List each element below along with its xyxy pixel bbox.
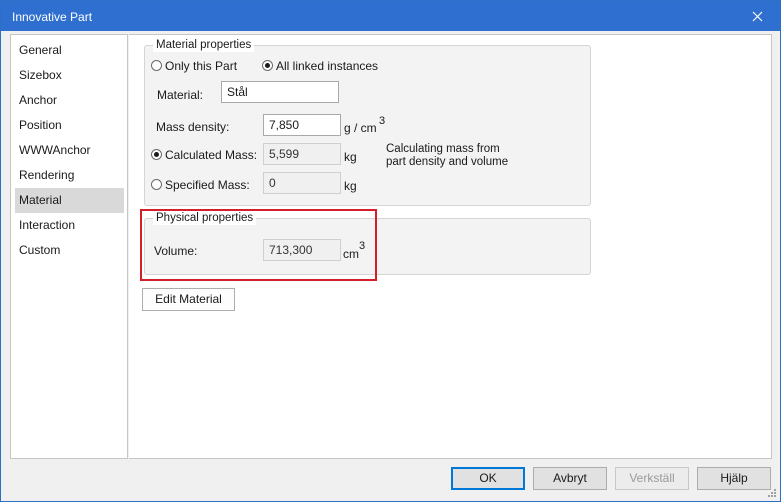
mass-calculation-note: Calculating mass from part density and v… xyxy=(386,143,509,168)
specified-mass-radio[interactable] xyxy=(151,179,162,190)
specified-mass-unit: kg xyxy=(344,179,357,193)
nav-item-general[interactable]: General xyxy=(15,38,124,63)
calculated-mass-unit: kg xyxy=(344,150,357,164)
close-icon xyxy=(752,11,762,21)
help-button[interactable]: Hjälp xyxy=(697,467,771,490)
scope-only-this-label[interactable]: Only this Part xyxy=(165,59,237,73)
scope-only-this-radio[interactable] xyxy=(151,60,162,71)
title-bar[interactable]: Innovative Part xyxy=(1,1,780,31)
window-title: Innovative Part xyxy=(12,10,93,24)
nav-item-sizebox[interactable]: Sizebox xyxy=(15,63,124,88)
calculated-mass-label[interactable]: Calculated Mass: xyxy=(165,148,257,162)
dialog-window: Innovative Part General Sizebox Anchor P… xyxy=(0,0,781,502)
density-field[interactable]: 7,850 xyxy=(263,114,341,136)
close-button[interactable] xyxy=(734,1,780,31)
nav-item-rendering[interactable]: Rendering xyxy=(15,163,124,188)
density-unit-exponent: 3 xyxy=(379,115,386,127)
specified-mass-field[interactable]: 0 xyxy=(263,172,341,194)
calculated-mass-radio[interactable] xyxy=(151,149,162,160)
nav-item-position[interactable]: Position xyxy=(15,113,124,138)
scope-all-linked-radio[interactable] xyxy=(262,60,273,71)
highlight-box xyxy=(140,209,377,281)
edit-material-button[interactable]: Edit Material xyxy=(142,288,235,311)
nav-item-wwwanchor[interactable]: WWWAnchor xyxy=(15,138,124,163)
density-label: Mass density: xyxy=(156,120,230,134)
calculated-mass-field: 5,599 xyxy=(263,143,341,165)
material-field[interactable]: Stål xyxy=(221,81,339,103)
material-label: Material: xyxy=(157,88,204,102)
nav-item-interaction[interactable]: Interaction xyxy=(15,213,124,238)
resize-grip-icon[interactable] xyxy=(767,488,777,498)
category-list[interactable]: General Sizebox Anchor Position WWWAncho… xyxy=(10,34,128,459)
apply-button: Verkställ xyxy=(615,467,689,490)
nav-item-custom[interactable]: Custom xyxy=(15,238,124,263)
nav-item-material[interactable]: Material xyxy=(15,188,124,213)
specified-mass-label[interactable]: Specified Mass: xyxy=(165,178,250,192)
cancel-button[interactable]: Avbryt xyxy=(533,467,607,490)
material-properties-title: Material properties xyxy=(153,38,255,52)
ok-button[interactable]: OK xyxy=(451,467,525,490)
nav-item-anchor[interactable]: Anchor xyxy=(15,88,124,113)
scope-all-linked-label[interactable]: All linked instances xyxy=(276,59,378,73)
density-unit: g / cm xyxy=(344,121,377,135)
